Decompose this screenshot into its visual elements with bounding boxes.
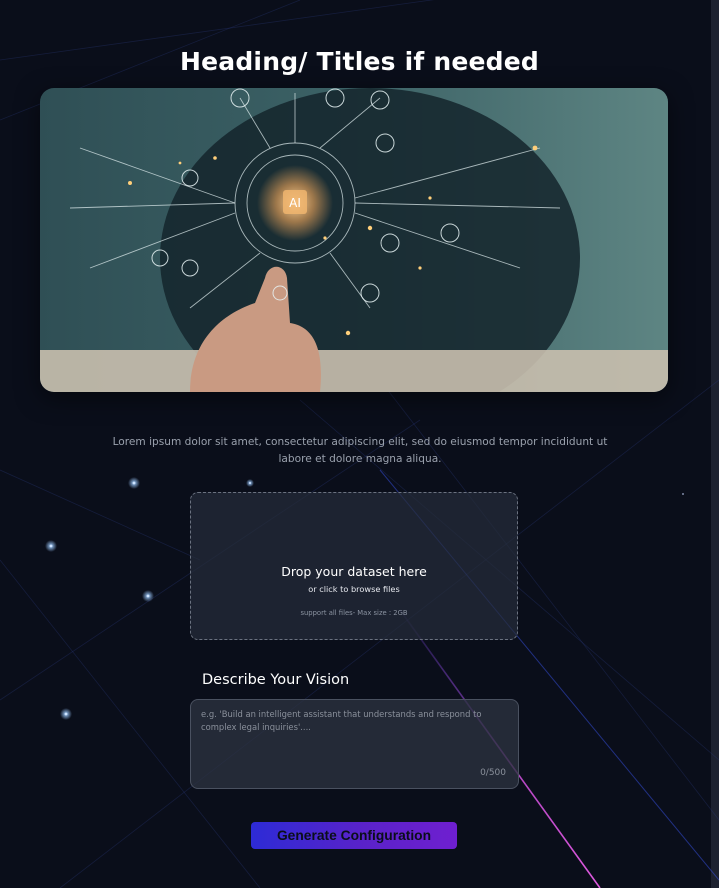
dropzone-title: Drop your dataset here (281, 564, 427, 579)
vision-textarea[interactable] (201, 708, 509, 766)
page: Heading/ Titles if needed AI Lorem ipsum… (0, 0, 719, 888)
vision-field-container: 0/500 (190, 699, 519, 789)
page-title: Heading/ Titles if needed (179, 46, 540, 76)
generate-configuration-button[interactable]: Generate Configuration (251, 822, 457, 849)
description-text: Lorem ipsum dolor sit amet, consectetur … (112, 436, 608, 465)
browse-files-link[interactable]: or click to browse files (191, 584, 517, 594)
hero-image: AI (40, 88, 668, 392)
dataset-dropzone[interactable]: Drop your dataset here or click to brows… (190, 492, 518, 640)
vision-label: Describe Your Vision (202, 672, 350, 688)
hero-carousel[interactable]: AI (40, 88, 668, 392)
dropzone-support-text: support all files- Max size : 2GB (300, 609, 408, 617)
ai-chip-label: AI (289, 196, 301, 210)
character-counter: 0/500 (480, 768, 506, 778)
